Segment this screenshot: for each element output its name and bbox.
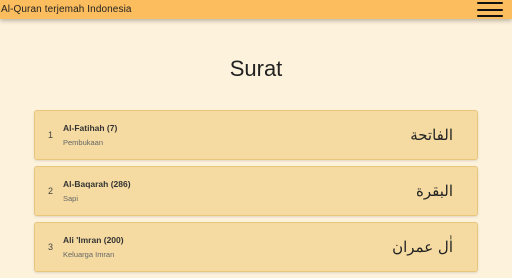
surah-item[interactable]: 1 Al-Fatihah (7) Pembukaan الفاتحة	[34, 110, 478, 160]
surah-number: 2	[48, 186, 54, 196]
page-title: Surat	[229, 56, 283, 81]
surah-item[interactable]: 3 Ali 'Imran (200) Keluarga Imran اٰل عم…	[34, 222, 478, 272]
hamburger-menu-icon[interactable]	[477, 2, 503, 17]
surah-arabic-name: الفاتحة	[410, 126, 453, 144]
surah-item[interactable]: 2 Al-Baqarah (286) Sapi البقرة	[34, 166, 478, 216]
app-bar: Al-Quran terjemah Indonesia	[0, 0, 512, 19]
menu-line	[477, 2, 503, 4]
surah-number: 1	[48, 130, 54, 140]
surah-meaning: Keluarga Imran	[63, 250, 115, 259]
surah-name: Al-Baqarah (286)	[63, 179, 131, 189]
app-title: Al-Quran terjemah Indonesia	[1, 4, 132, 15]
surah-arabic-name: البقرة	[416, 182, 453, 200]
surah-list: 1 Al-Fatihah (7) Pembukaan الفاتحة 2 Al-…	[34, 110, 478, 278]
surah-name: Al-Fatihah (7)	[63, 123, 118, 133]
menu-line	[477, 15, 503, 17]
surah-number: 3	[48, 242, 54, 252]
surah-meaning: Pembukaan	[63, 138, 104, 147]
surah-meaning: Sapi	[63, 194, 79, 203]
menu-line	[477, 8, 503, 11]
surah-name: Ali 'Imran (200)	[63, 235, 124, 245]
surah-arabic-name: اٰل عمران	[392, 238, 453, 256]
